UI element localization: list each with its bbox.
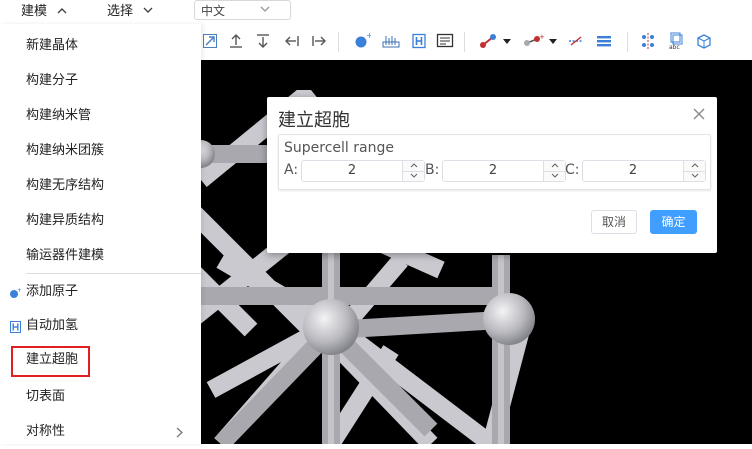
menu-item-build-nanocluster[interactable]: 构建纳米团簇 — [0, 134, 201, 168]
atom-dropdown-icon[interactable]: + — [521, 32, 561, 50]
cancel-button[interactable]: 取消 — [591, 210, 637, 234]
menu-item-new-crystal[interactable]: 新建晶体 — [0, 29, 201, 63]
svg-text:abc: abc — [669, 44, 680, 50]
hydrogen-icon[interactable] — [410, 32, 428, 50]
menu-item-build-molecule[interactable]: 构建分子 — [0, 64, 201, 98]
menu-item-auto-add-hydrogen[interactable]: 自动加氢 — [0, 309, 201, 343]
field-label-c: C: — [565, 162, 580, 178]
menu-item-build-heterostructure[interactable]: 构建异质结构 — [0, 204, 201, 238]
svg-text:+: + — [539, 33, 545, 41]
menu-select[interactable]: 选择 — [107, 2, 153, 22]
menu-item-label: 切表面 — [26, 389, 66, 404]
spinner-a[interactable]: 2 — [301, 160, 425, 182]
menu-item-transport-device-modeling[interactable]: 输运器件建模 — [0, 239, 201, 273]
close-icon[interactable] — [693, 105, 705, 124]
menu-item-cleave-surface[interactable]: 切表面 — [0, 380, 201, 414]
chevron-down-icon — [260, 1, 270, 21]
modeling-dropdown-menu: 新建晶体 构建分子 构建纳米管 构建纳米团簇 构建无序结构 构建异质结构 输运器… — [0, 24, 201, 444]
arrow-up-right-icon[interactable] — [201, 32, 219, 50]
field-label-b: B: — [425, 162, 440, 178]
menu-modeling-label: 建模 — [21, 4, 48, 19]
hydrogen-icon — [8, 309, 22, 343]
arrow-up-bar-icon[interactable] — [227, 32, 245, 50]
svg-text:+: + — [366, 32, 371, 40]
menu-item-add-atom[interactable]: + 添加原子 — [0, 275, 201, 309]
toolbar: + + abc — [201, 24, 752, 60]
spinner-controls — [683, 161, 705, 181]
arrow-left-bar-icon[interactable] — [283, 32, 301, 50]
ruler-icon[interactable] — [382, 32, 400, 50]
menu-item-label: 构建异质结构 — [26, 213, 105, 228]
menu-item-label: 新建晶体 — [26, 38, 79, 53]
menu-item-label: 构建纳米团簇 — [26, 143, 105, 158]
supercell-range-group: Supercell range A: 2 B: 2 C: 2 — [278, 134, 711, 190]
chevron-down-icon — [143, 2, 153, 22]
arrow-right-bar-icon[interactable] — [310, 32, 328, 50]
menu-item-label: 输运器件建模 — [26, 248, 105, 263]
spinner-controls — [402, 161, 424, 181]
bond-dropdown-icon[interactable] — [479, 32, 515, 50]
svg-text:+: + — [17, 287, 21, 294]
menu-item-label: 构建纳米管 — [26, 108, 92, 123]
abc-cell-icon[interactable]: abc — [667, 32, 685, 50]
menu-item-build-nanotube[interactable]: 构建纳米管 — [0, 99, 201, 133]
menubar: 建模 选择 中文 — [0, 0, 752, 24]
menu-select-label: 选择 — [107, 4, 134, 19]
spinner-value-a[interactable]: 2 — [302, 161, 402, 181]
chevron-up-icon — [57, 2, 67, 22]
menu-item-label: 自动加氢 — [26, 318, 79, 333]
language-select-value: 中文 — [201, 4, 226, 18]
menu-item-label: 构建无序结构 — [26, 178, 105, 193]
highlight-box — [11, 346, 90, 377]
panel-icon[interactable] — [436, 32, 454, 50]
menu-separator — [26, 273, 201, 274]
spinner-controls — [543, 161, 565, 181]
language-select[interactable]: 中文 — [194, 0, 291, 20]
dialog-title: 建立超胞 — [278, 110, 350, 131]
toolbar-separator — [338, 32, 339, 52]
chevron-down-icon[interactable] — [403, 171, 424, 181]
add-atom-icon[interactable]: + — [353, 32, 371, 50]
toolbar-separator — [464, 32, 465, 52]
supercell-dialog: 建立超胞 Supercell range A: 2 B: 2 C: 2 取消 确… — [267, 97, 717, 253]
confirm-button[interactable]: 确定 — [650, 210, 697, 234]
menu-item-label: 构建分子 — [26, 73, 79, 88]
menu-modeling[interactable]: 建模 — [21, 2, 67, 22]
viewport-header — [201, 60, 752, 90]
cube-tools-icon[interactable] — [695, 32, 713, 50]
menu-item-build-disordered-structure[interactable]: 构建无序结构 — [0, 169, 201, 203]
layers-icon[interactable] — [595, 32, 613, 50]
chevron-down-icon[interactable] — [544, 171, 565, 181]
spinner-value-c[interactable]: 2 — [583, 161, 683, 181]
field-label-a: A: — [284, 162, 299, 178]
cut-line-icon[interactable] — [567, 32, 585, 50]
add-atom-icon: + — [8, 275, 22, 309]
spinner-b[interactable]: 2 — [442, 160, 566, 182]
menu-item-label: 添加原子 — [26, 284, 79, 299]
chevron-down-icon[interactable] — [684, 171, 705, 181]
toolbar-separator — [627, 32, 628, 52]
spinner-c[interactable]: 2 — [582, 160, 706, 182]
symmetry-grid-icon[interactable] — [639, 32, 657, 50]
arrow-down-bar-icon[interactable] — [254, 32, 272, 50]
group-title: Supercell range — [284, 140, 394, 156]
spinner-value-b[interactable]: 2 — [443, 161, 543, 181]
